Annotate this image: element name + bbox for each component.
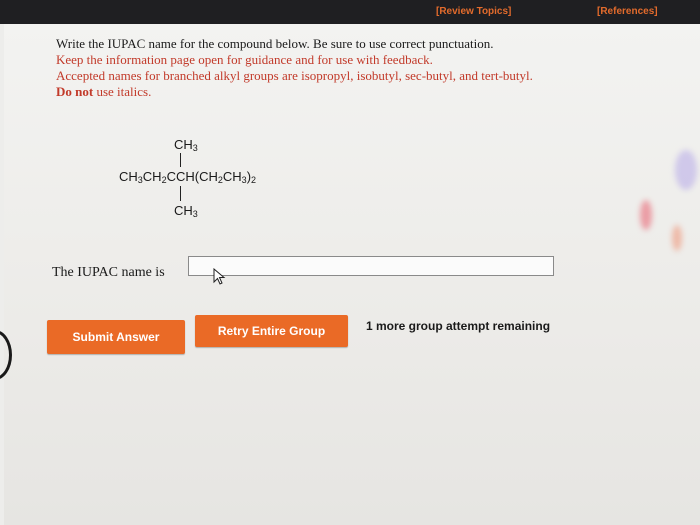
top-toolbar: [Review Topics] [References]: [0, 0, 700, 24]
bond-bottom: [180, 186, 181, 201]
glare-spot: [640, 200, 652, 230]
review-topics-link[interactable]: [Review Topics]: [436, 6, 511, 17]
molecule-top-text: CH3: [174, 137, 198, 153]
molecule-bottom-ch3: CH3: [174, 203, 198, 219]
instruction-line-4: Do not use italics.: [56, 84, 151, 100]
molecule-top-ch3: CH3: [174, 137, 198, 153]
references-link[interactable]: [References]: [597, 6, 658, 17]
attempts-remaining-text: 1 more group attempt remaining: [366, 319, 551, 333]
glare-spot-3: [675, 150, 697, 190]
instruction-line-2: Keep the information page open for guida…: [56, 52, 433, 67]
instruction-bold: Do not: [56, 84, 94, 99]
mouse-pointer-icon: [213, 268, 226, 285]
answer-label: The IUPAC name is: [52, 265, 165, 280]
molecule-main-text: CH3CH2CCH(CH2CH3)2: [119, 169, 257, 185]
molecule-bottom-text: CH3: [174, 203, 198, 219]
iupac-name-input[interactable]: [188, 256, 554, 276]
instruction-line-1: Write the IUPAC name for the compound be…: [56, 36, 494, 51]
glare-spot-2: [672, 225, 682, 251]
molecule-main-chain: CH3CH2CCH(CH2CH3)2: [119, 169, 257, 185]
instruction-line-3: Accepted names for branched alkyl groups…: [56, 68, 533, 83]
submit-answer-button[interactable]: Submit Answer: [47, 320, 185, 354]
retry-entire-group-button[interactable]: Retry Entire Group: [195, 315, 348, 347]
bond-top: [180, 153, 181, 167]
instruction-rest: use italics.: [93, 84, 152, 99]
